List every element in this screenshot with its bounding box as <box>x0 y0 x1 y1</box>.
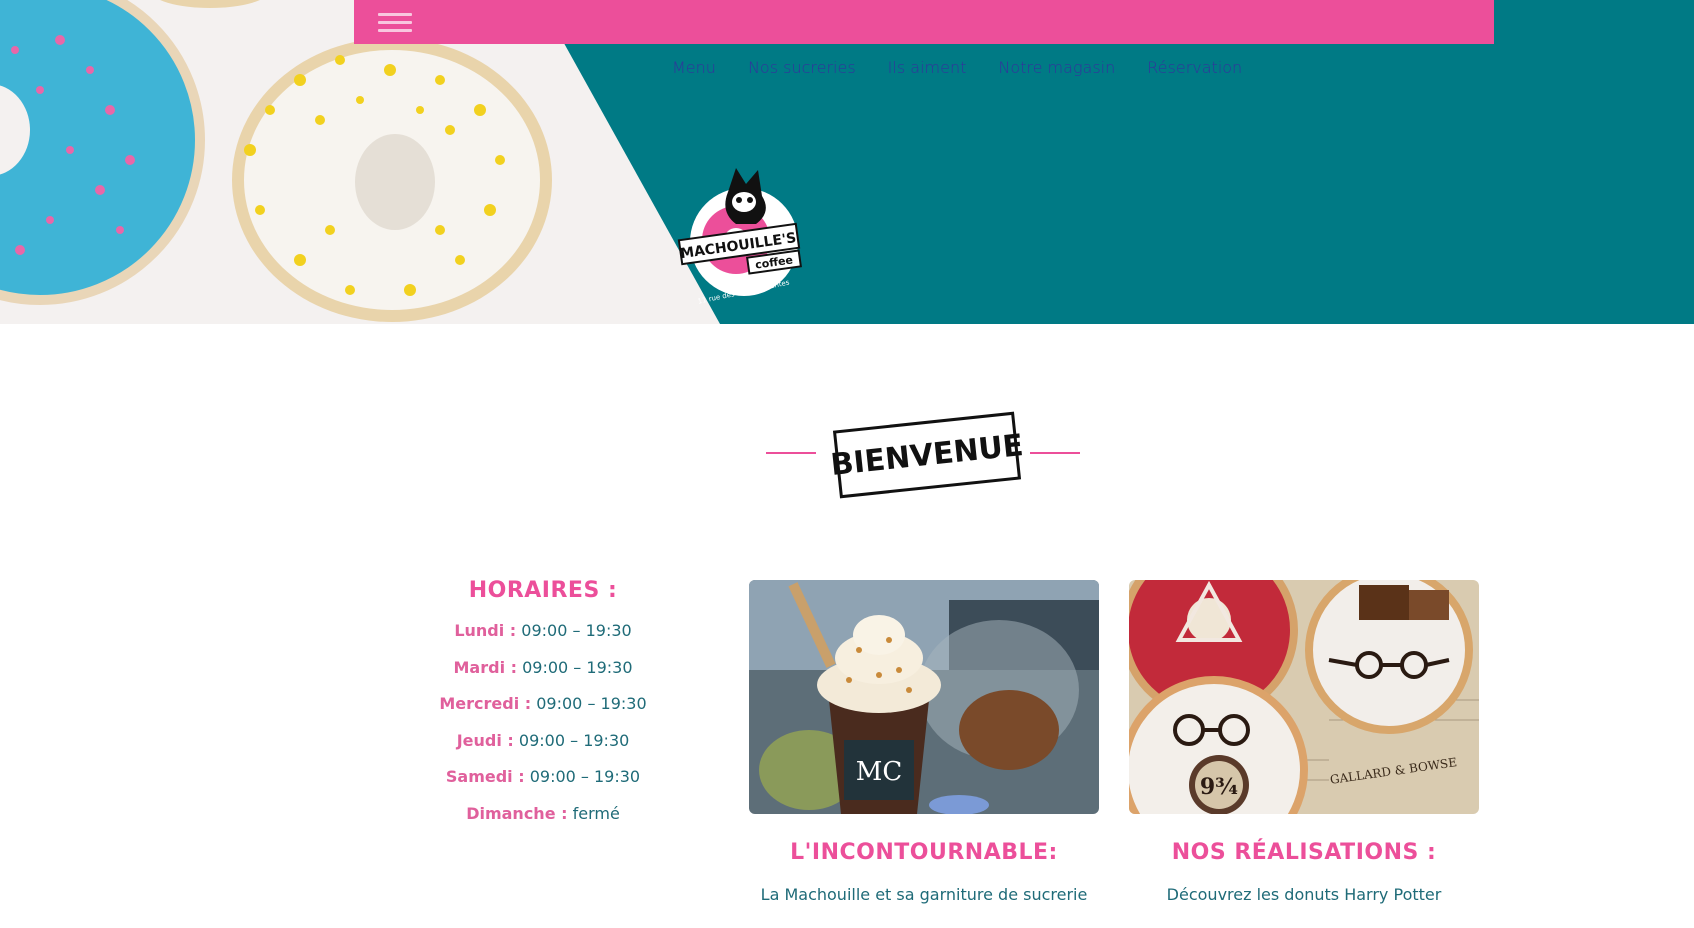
nav-item-notre-magasin[interactable]: Notre magasin <box>998 58 1115 77</box>
hours-row-monday: Lundi : 09:00 – 19:30 <box>454 621 632 640</box>
card-description: Découvrez les donuts Harry Potter <box>1166 885 1442 904</box>
machouilles-coffee-logo[interactable]: MACHOUILLE'S coffee 11 rue des halles • … <box>676 162 816 310</box>
hero-banner: Menu Nos sucreries Ils aiment Notre maga… <box>0 0 1694 324</box>
hours-title: HORAIRES : <box>468 578 618 603</box>
harry-potter-donuts-photo[interactable]: 9¾ GALLARD & BOWSE <box>1129 580 1479 814</box>
nav-item-ils-aiment[interactable]: Ils aiment <box>888 58 967 77</box>
divider-left <box>766 452 816 454</box>
card-title: L'INCONTOURNABLE: <box>790 840 1058 865</box>
welcome-stamp: BIENVENUE <box>829 411 1025 499</box>
card-title: NOS RÉALISATIONS : <box>1171 840 1437 865</box>
hamburger-menu-icon[interactable] <box>378 8 412 34</box>
hours-row-tuesday: Mardi : 09:00 – 19:30 <box>453 657 633 677</box>
nav-item-menu[interactable]: Menu <box>672 58 716 77</box>
svg-text:MC: MC <box>856 757 903 787</box>
nav-item-nos-sucreries[interactable]: Nos sucreries <box>748 58 856 77</box>
welcome-heading: BIENVENUE <box>760 405 1090 499</box>
milkshake-photo[interactable]: MC <box>749 580 1099 814</box>
card-description: La Machouille et sa garniture de sucreri… <box>760 885 1088 904</box>
main-nav: Menu Nos sucreries Ils aiment Notre maga… <box>672 58 1274 77</box>
donut-photo <box>0 0 720 324</box>
nav-item-reservation[interactable]: Réservation <box>1147 58 1242 77</box>
hours-row-wednesday: Mercredi : 09:00 – 19:30 <box>439 694 647 713</box>
top-menu-bar <box>354 0 1494 44</box>
svg-text:9¾: 9¾ <box>1200 774 1238 800</box>
card-incontournable: MC L'INCONTOURNABLE: La Machouille et sa… <box>749 580 1099 904</box>
hours-row-sunday: Dimanche : fermé <box>466 803 620 823</box>
card-realisations: 9¾ GALLARD & BOWSE NOS RÉALISATIONS : Dé… <box>1129 580 1479 904</box>
divider-right <box>1030 452 1080 454</box>
hours-row-saturday: Samedi : 09:00 – 19:30 <box>445 767 641 786</box>
opening-hours: HORAIRES : Lundi : 09:00 – 19:30 Mardi :… <box>400 578 686 832</box>
hours-row-thursday: Jeudi : 09:00 – 19:30 <box>456 730 630 750</box>
